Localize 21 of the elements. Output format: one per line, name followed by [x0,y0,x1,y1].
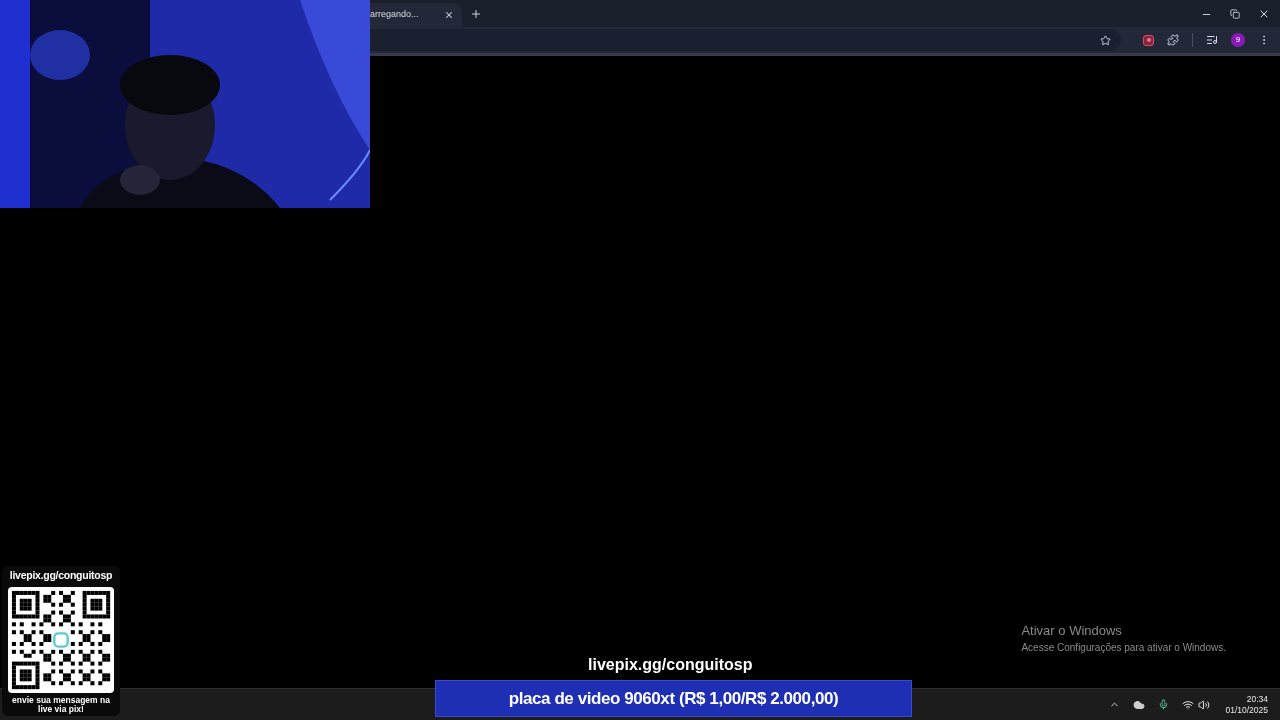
qr-link-text: livepix.gg/conguitosp [9,568,113,583]
bookmark-star-icon[interactable] [1100,34,1111,46]
clock[interactable]: 20:34 01/10/2025 [1223,693,1268,716]
cloud-icon[interactable] [1133,698,1146,711]
browser-tab[interactable]: arregando... [370,3,462,27]
restore-icon[interactable] [1230,9,1240,19]
close-icon[interactable] [444,10,454,20]
media-queue-icon[interactable] [1206,34,1218,46]
wifi-icon[interactable] [1182,698,1195,711]
volume-icon[interactable] [1198,698,1211,711]
qr-caption: envie sua mensagem na live via pix! [11,695,111,714]
new-tab-icon[interactable] [470,8,482,20]
profile-avatar[interactable]: 9 [1231,33,1245,47]
stream-link-text: livepix.gg/conguitosp [588,655,753,675]
microphone-icon[interactable] [1158,699,1170,710]
puzzle-icon[interactable] [1167,34,1179,46]
activation-title: Ativar o Windows [1021,621,1123,640]
extension-icon[interactable] [1143,34,1154,46]
donation-banner: placa de video 9060xt (R$ 1,00/R$ 2.000,00) [435,680,912,717]
close-icon[interactable] [1258,8,1270,20]
activation-message: Acesse Configurações para ativar o Windows. [1021,641,1226,655]
